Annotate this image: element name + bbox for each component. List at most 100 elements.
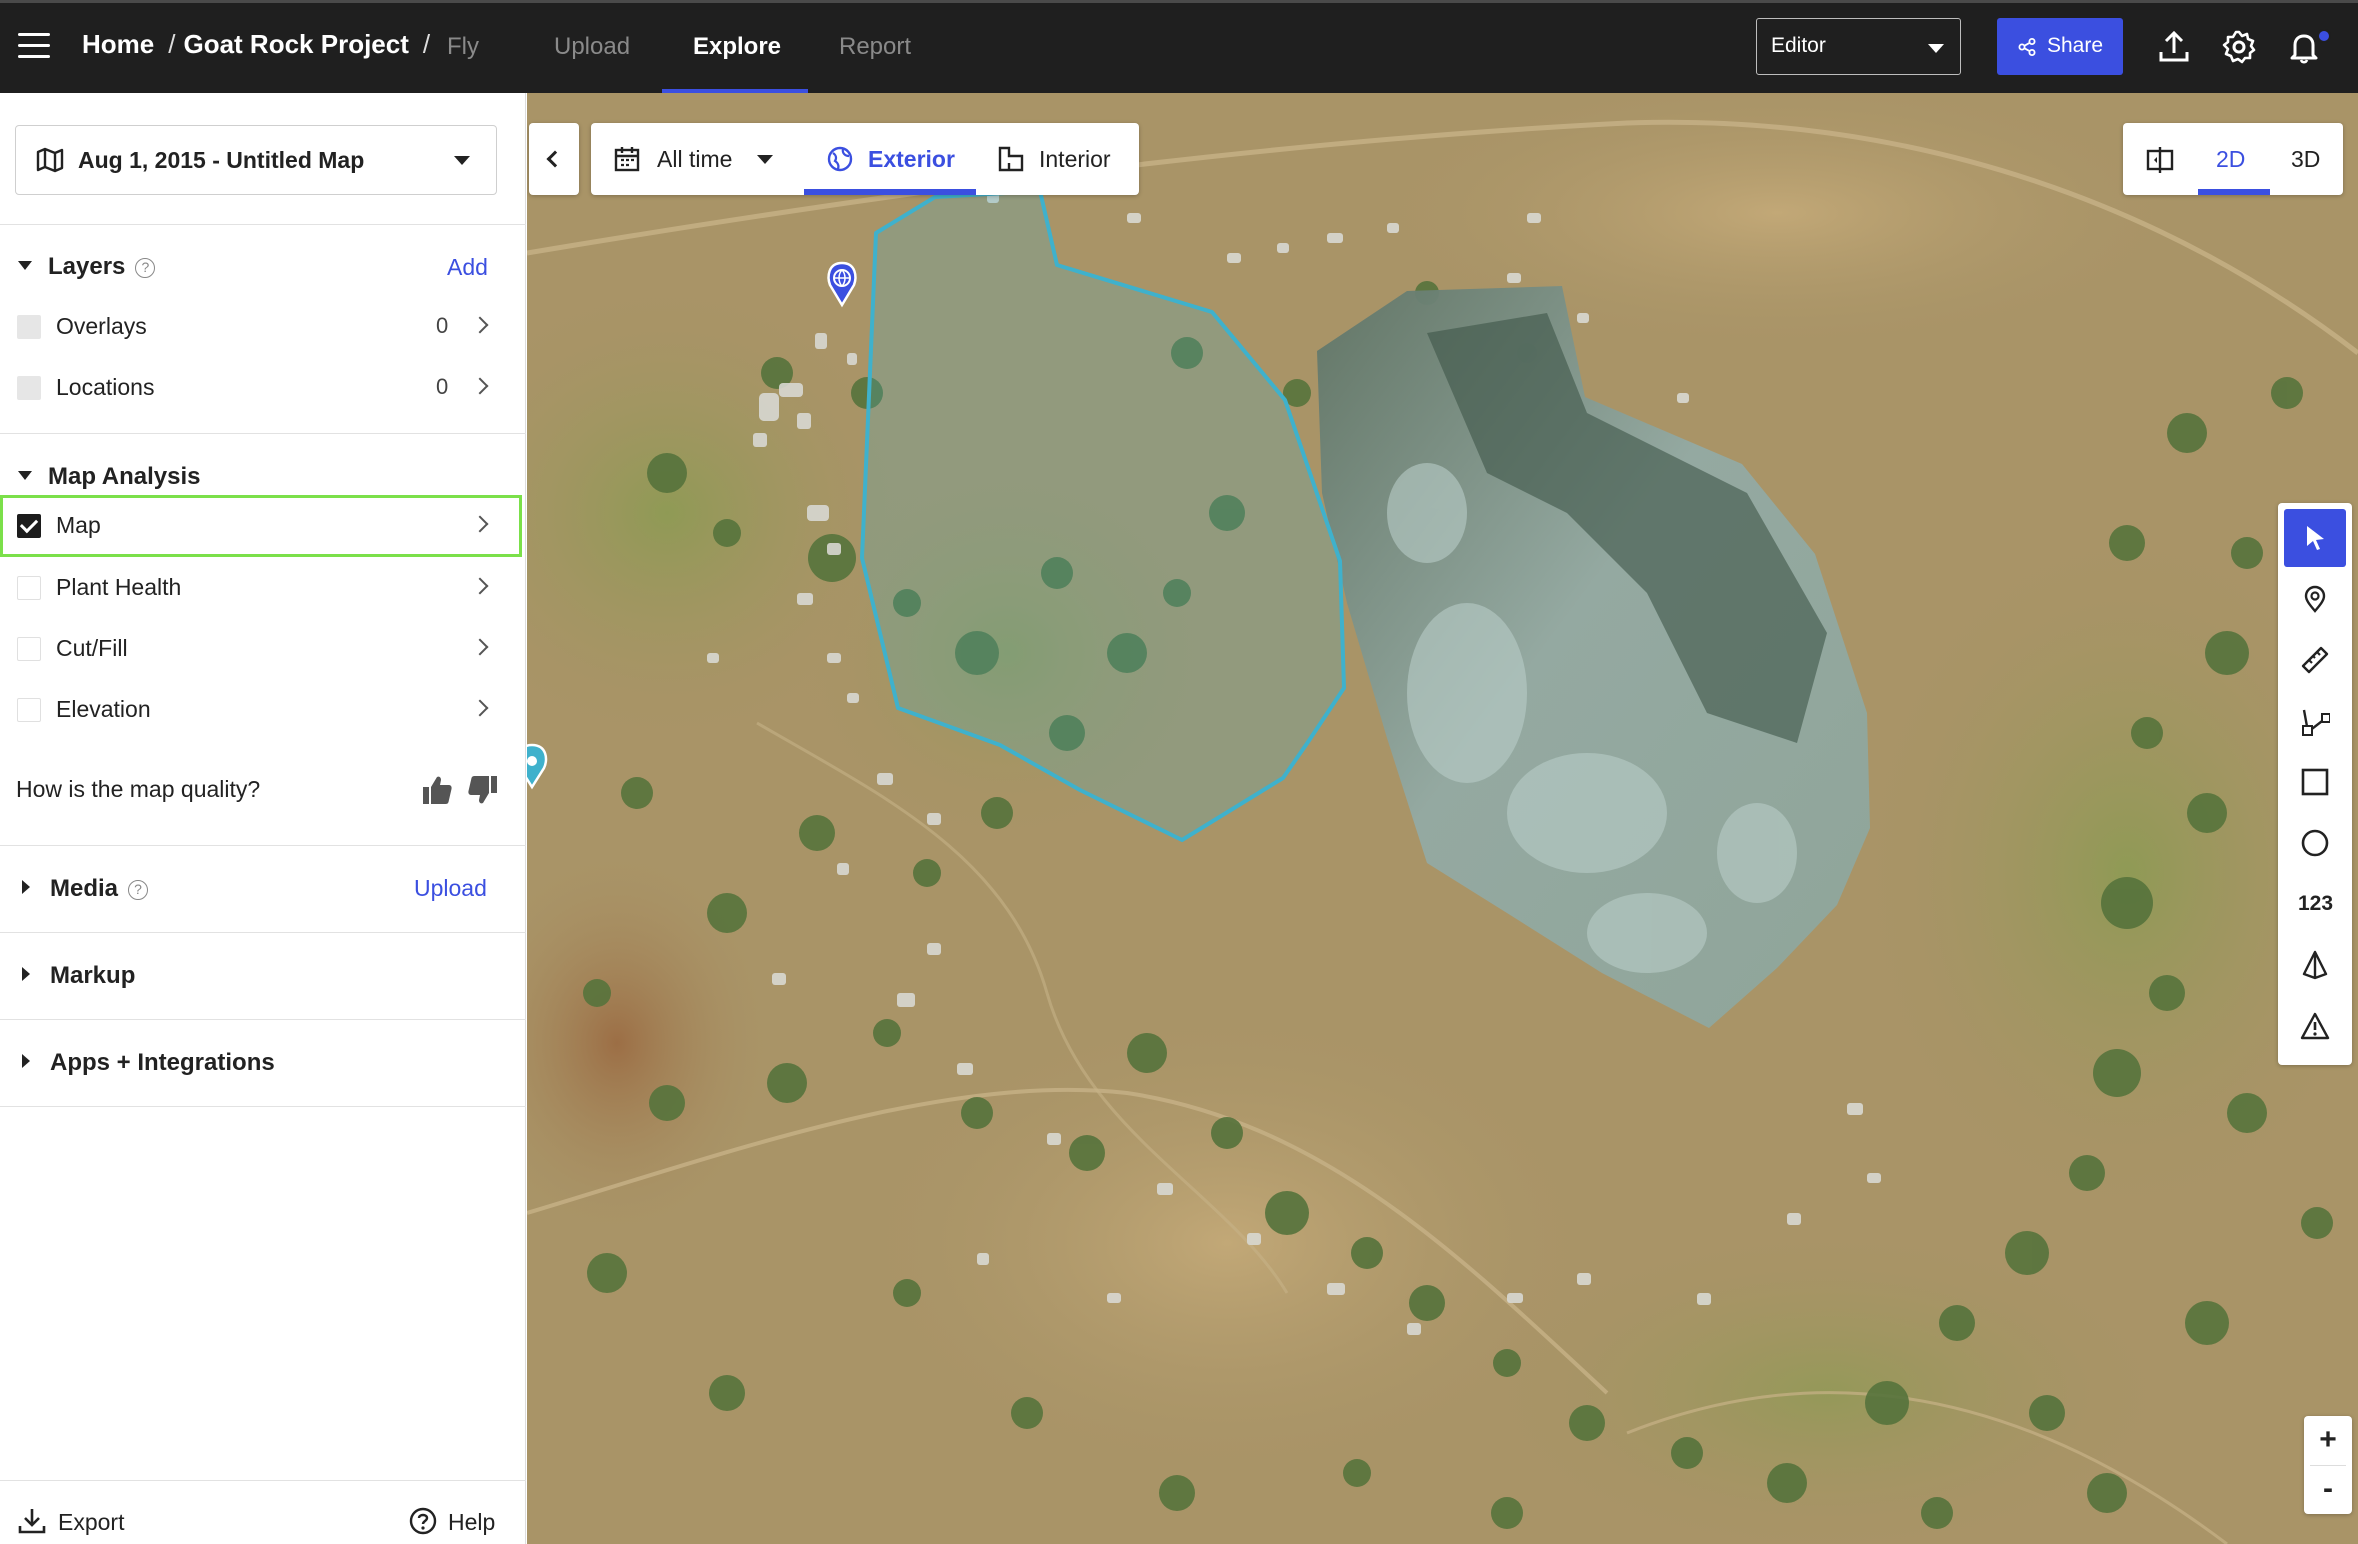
export-button[interactable]: Export	[17, 1508, 137, 1538]
divider	[0, 932, 526, 933]
exterior-label: Exterior	[868, 146, 955, 172]
plant-health-checkbox[interactable]	[17, 576, 41, 600]
volume-tool-button[interactable]	[2284, 936, 2346, 994]
breadcrumb: Home / Goat Rock Project /	[82, 29, 431, 59]
map-version-select[interactable]: Aug 1, 2015 - Untitled Map	[15, 125, 497, 195]
rectangle-tool-button[interactable]	[2284, 753, 2346, 811]
3d-label: 3D	[2291, 146, 2321, 172]
floor-plan-icon	[998, 146, 1024, 172]
polyline-tool-button[interactable]	[2284, 692, 2346, 750]
menu-icon[interactable]	[18, 33, 50, 61]
chevron-right-icon[interactable]	[471, 699, 489, 717]
ruler-icon	[2301, 646, 2329, 674]
view-tab-interior[interactable]: Interior	[977, 123, 1139, 195]
help-circle-icon[interactable]: ?	[128, 880, 149, 900]
export-label: Export	[58, 1509, 125, 1535]
locations-checkbox[interactable]	[17, 376, 41, 400]
chevron-right-icon[interactable]	[471, 638, 489, 656]
markup-section-toggle[interactable]: Markup	[18, 962, 135, 990]
divider	[0, 845, 526, 846]
sidebar: Aug 1, 2015 - Untitled Map Layers? Add O…	[0, 93, 526, 1544]
breadcrumb-project[interactable]: Goat Rock Project	[183, 29, 408, 59]
thumbs-down-icon[interactable]	[466, 773, 500, 807]
tab-fly[interactable]: Fly	[447, 33, 479, 61]
layer-count: 0	[436, 374, 449, 399]
notification-dot	[2317, 29, 2331, 43]
location-pin-tool-button[interactable]	[2284, 570, 2346, 628]
map-quality-question: How is the map quality?	[16, 776, 261, 802]
chevron-right-icon[interactable]	[471, 377, 489, 395]
issue-tool-button[interactable]	[2284, 997, 2346, 1055]
apps-title: Apps + Integrations	[50, 1049, 275, 1076]
apps-section-toggle[interactable]: Apps + Integrations	[18, 1049, 275, 1077]
top-bar: Home / Goat Rock Project / Fly Upload Explo…	[0, 0, 2358, 95]
upload-icon[interactable]	[2156, 29, 2192, 65]
share-icon	[2018, 38, 2036, 56]
cut-fill-checkbox[interactable]	[17, 637, 41, 661]
count-tool-button[interactable]: 123	[2284, 875, 2346, 933]
share-label: Share	[2047, 34, 2104, 57]
zoom-out-button[interactable]: -	[2304, 1465, 2352, 1514]
chevron-down-icon	[1928, 44, 1944, 53]
chevron-right-icon[interactable]	[471, 316, 489, 334]
add-layer-button[interactable]: Add	[447, 254, 488, 281]
share-button[interactable]: Share	[1997, 18, 2123, 75]
compare-button[interactable]	[2123, 123, 2197, 195]
collapse-sidebar-button[interactable]	[529, 123, 579, 195]
upload-media-button[interactable]: Upload	[414, 875, 487, 902]
chevron-right-icon[interactable]	[471, 515, 489, 533]
layer-row-overlays[interactable]: Overlays 0	[0, 298, 526, 356]
polyline-icon	[2302, 709, 2330, 736]
square-icon	[2301, 768, 2329, 796]
analysis-label: Elevation	[56, 696, 151, 722]
view-tab-exterior[interactable]: Exterior	[804, 123, 976, 195]
analysis-row-elevation[interactable]: Elevation	[0, 681, 526, 739]
view-2d-button[interactable]: 2D	[2198, 123, 2270, 195]
tab-report[interactable]: Report	[839, 33, 911, 61]
zoom-in-button[interactable]: +	[2304, 1416, 2352, 1465]
tab-upload[interactable]: Upload	[554, 33, 630, 61]
layers-title: Layers	[48, 253, 126, 280]
layer-row-locations[interactable]: Locations 0	[0, 359, 526, 417]
media-section-toggle[interactable]: Media?	[18, 875, 149, 903]
cursor-arrow-icon	[2307, 526, 2324, 550]
analysis-label: Plant Health	[56, 574, 182, 600]
elevation-checkbox[interactable]	[17, 698, 41, 722]
layers-section-toggle[interactable]: Layers?	[18, 253, 156, 281]
layer-label: Overlays	[56, 313, 147, 339]
circle-tool-button[interactable]	[2284, 814, 2346, 872]
tab-explore[interactable]: Explore	[693, 33, 781, 61]
map-analysis-section-toggle[interactable]: Map Analysis	[18, 463, 201, 491]
analysis-row-plant-health[interactable]: Plant Health	[0, 559, 526, 617]
map-version-label: Aug 1, 2015 - Untitled Map	[78, 147, 365, 173]
role-select[interactable]: Editor	[1756, 18, 1961, 75]
settings-gear-icon[interactable]	[2221, 29, 2257, 65]
select-tool-button[interactable]	[2284, 509, 2346, 567]
measure-tool-button[interactable]	[2284, 631, 2346, 689]
time-filter-dropdown[interactable]: All time	[591, 123, 803, 195]
analysis-row-map[interactable]: Map	[0, 495, 522, 557]
map-checkbox[interactable]	[17, 514, 41, 538]
thumbs-up-icon[interactable]	[420, 773, 454, 807]
aerial-imagery[interactable]	[527, 93, 2358, 1544]
map-canvas[interactable]: All time Exterior Interior 2D 3D 123 + -	[527, 93, 2358, 1544]
analysis-label: Cut/Fill	[56, 635, 128, 661]
divider	[0, 224, 526, 225]
help-button[interactable]: Help	[408, 1507, 508, 1538]
zoom-controls: + -	[2304, 1416, 2352, 1514]
caret-down-icon	[18, 471, 32, 480]
time-filter-label: All time	[657, 146, 733, 172]
divider	[0, 1106, 526, 1107]
breadcrumb-home[interactable]: Home	[82, 29, 154, 59]
help-label: Help	[448, 1509, 496, 1535]
overlays-checkbox[interactable]	[17, 315, 41, 339]
interior-label: Interior	[1039, 146, 1111, 172]
dimension-toggle: 2D 3D	[2123, 123, 2343, 195]
markup-title: Markup	[50, 962, 136, 989]
chevron-right-icon[interactable]	[471, 577, 489, 595]
2d-label: 2D	[2216, 146, 2246, 172]
map-icon	[36, 147, 64, 173]
view-3d-button[interactable]: 3D	[2271, 123, 2343, 195]
help-circle-icon[interactable]: ?	[135, 258, 156, 278]
analysis-row-cut-fill[interactable]: Cut/Fill	[0, 620, 526, 678]
